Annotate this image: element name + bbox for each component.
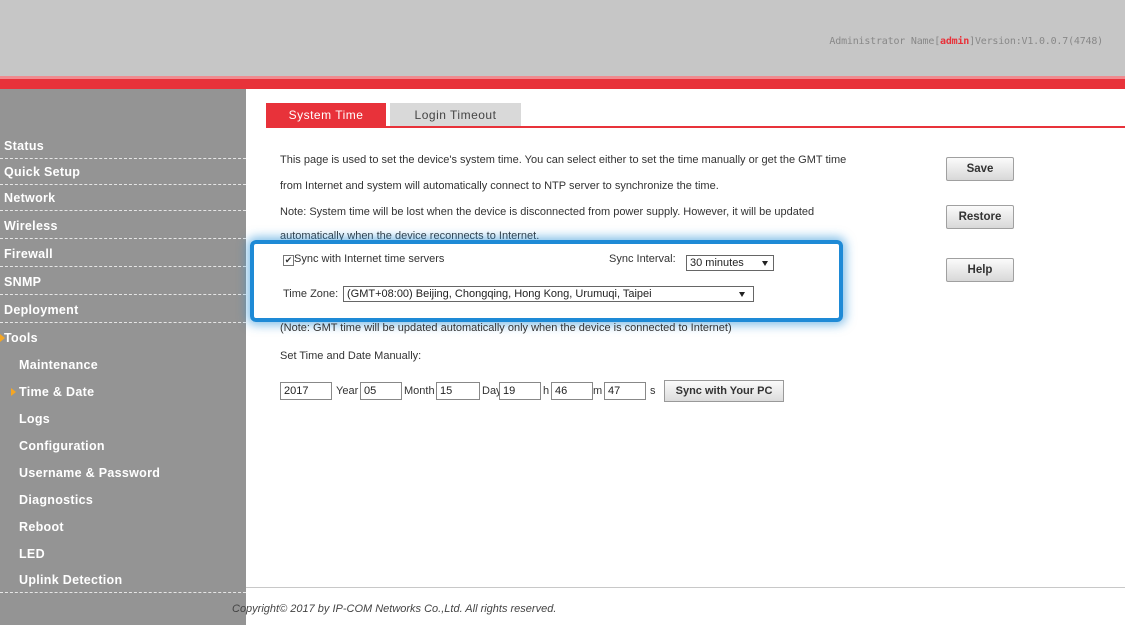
header-divider — [0, 76, 1125, 89]
sidebar-item-label: Maintenance — [19, 358, 99, 372]
footer-divider — [246, 587, 1125, 588]
sidebar-subitem-logs[interactable]: Logs — [0, 406, 246, 432]
sync-with-pc-button[interactable]: Sync with Your PC — [664, 380, 784, 402]
note-line-1: Note: System time will be lost when the … — [280, 206, 815, 218]
sidebar-item-quick-setup[interactable]: Quick Setup — [0, 159, 246, 185]
sidebar-item-network[interactable]: Network — [0, 185, 246, 211]
hour-input[interactable]: 19 — [499, 382, 541, 400]
tab-system-time[interactable]: System Time — [266, 103, 386, 127]
sidebar-item-tools[interactable]: Tools — [0, 325, 246, 351]
sidebar-item-label: Firewall — [4, 247, 53, 261]
copyright-text: Copyright© 2017 by IP-COM Networks Co.,L… — [232, 603, 557, 615]
sync-interval-select[interactable]: 30 minutes — [686, 255, 774, 271]
sidebar-subitem-configuration[interactable]: Configuration — [0, 433, 246, 459]
restore-button[interactable]: Restore — [946, 205, 1014, 229]
sidebar-item-label: Configuration — [19, 439, 105, 453]
sidebar-item-label: Uplink Detection — [19, 573, 123, 587]
second-unit-label: s — [650, 385, 656, 397]
timezone-label: Time Zone: — [283, 288, 339, 300]
timezone-value: (GMT+08:00) Beijing, Chongqing, Hong Kon… — [347, 288, 652, 300]
active-arrow-icon — [11, 388, 16, 396]
manual-time-label: Set Time and Date Manually: — [280, 350, 422, 362]
sync-checkbox[interactable]: ✔ — [283, 255, 294, 266]
save-button[interactable]: Save — [946, 157, 1014, 181]
sidebar-item-label: Status — [4, 139, 45, 153]
sidebar: Status Quick Setup Network Wireless Fire… — [0, 89, 246, 625]
sidebar-item-label: Time & Date — [19, 385, 95, 399]
admin-name: admin — [940, 36, 970, 47]
sidebar-subitem-username-password[interactable]: Username & Password — [0, 460, 246, 486]
version-text: ]Version:V1.0.0.7(4748) — [969, 36, 1103, 47]
year-unit-label: Year — [336, 385, 359, 397]
tab-underline — [266, 126, 1125, 128]
month-unit-label: Month — [404, 385, 435, 397]
second-input[interactable]: 47 — [604, 382, 646, 400]
sidebar-item-label: SNMP — [4, 275, 42, 289]
sidebar-subitem-reboot[interactable]: Reboot — [0, 514, 246, 540]
admin-prefix: Administrator Name[ — [829, 36, 941, 47]
header-bar: Administrator Name[admin]Version:V1.0.0.… — [0, 0, 1125, 76]
expanded-arrow-icon — [0, 334, 5, 342]
sidebar-item-label: Network — [4, 191, 56, 205]
sidebar-item-label: Reboot — [19, 520, 64, 534]
sidebar-subitem-time-date[interactable]: Time & Date — [0, 379, 246, 405]
hour-unit-label: h — [543, 385, 550, 397]
gmt-note: (Note: GMT time will be updated automati… — [280, 322, 732, 334]
sidebar-item-status[interactable]: Status — [0, 133, 246, 159]
sync-label: Sync with Internet time servers — [294, 253, 445, 265]
sidebar-subitem-led[interactable]: LED — [0, 541, 246, 567]
help-button[interactable]: Help — [946, 258, 1014, 282]
month-input[interactable]: 05 — [360, 382, 402, 400]
description-line-1: This page is used to set the device's sy… — [280, 154, 847, 166]
sidebar-subitem-diagnostics[interactable]: Diagnostics — [0, 487, 246, 513]
sidebar-subitem-uplink-detection[interactable]: Uplink Detection — [0, 567, 246, 593]
sidebar-item-label: LED — [19, 547, 45, 561]
minute-input[interactable]: 46 — [551, 382, 593, 400]
year-input[interactable]: 2017 — [280, 382, 332, 400]
description-line-2: from Internet and system will automatica… — [280, 180, 719, 192]
sidebar-item-label: Diagnostics — [19, 493, 94, 507]
timezone-select[interactable]: (GMT+08:00) Beijing, Chongqing, Hong Kon… — [343, 286, 754, 302]
sidebar-item-wireless[interactable]: Wireless — [0, 213, 246, 239]
sidebar-item-label: Quick Setup — [4, 165, 81, 179]
sidebar-item-firewall[interactable]: Firewall — [0, 241, 246, 267]
sidebar-item-label: Deployment — [4, 303, 79, 317]
day-input[interactable]: 15 — [436, 382, 480, 400]
sync-interval-value: 30 minutes — [690, 257, 744, 269]
admin-info: Administrator Name[admin]Version:V1.0.0.… — [829, 36, 1103, 47]
sidebar-item-deployment[interactable]: Deployment — [0, 297, 246, 323]
dropdown-caret-icon — [739, 292, 745, 297]
sidebar-item-label: Logs — [19, 412, 51, 426]
sync-interval-label: Sync Interval: — [609, 253, 676, 265]
sidebar-item-label: Username & Password — [19, 466, 161, 480]
minute-unit-label: m — [593, 385, 603, 397]
sidebar-subitem-maintenance[interactable]: Maintenance — [0, 352, 246, 378]
tab-login-timeout[interactable]: Login Timeout — [390, 103, 521, 127]
sidebar-item-label: Tools — [4, 331, 38, 345]
sidebar-item-label: Wireless — [4, 219, 58, 233]
sidebar-item-snmp[interactable]: SNMP — [0, 269, 246, 295]
dropdown-caret-icon — [762, 261, 768, 266]
